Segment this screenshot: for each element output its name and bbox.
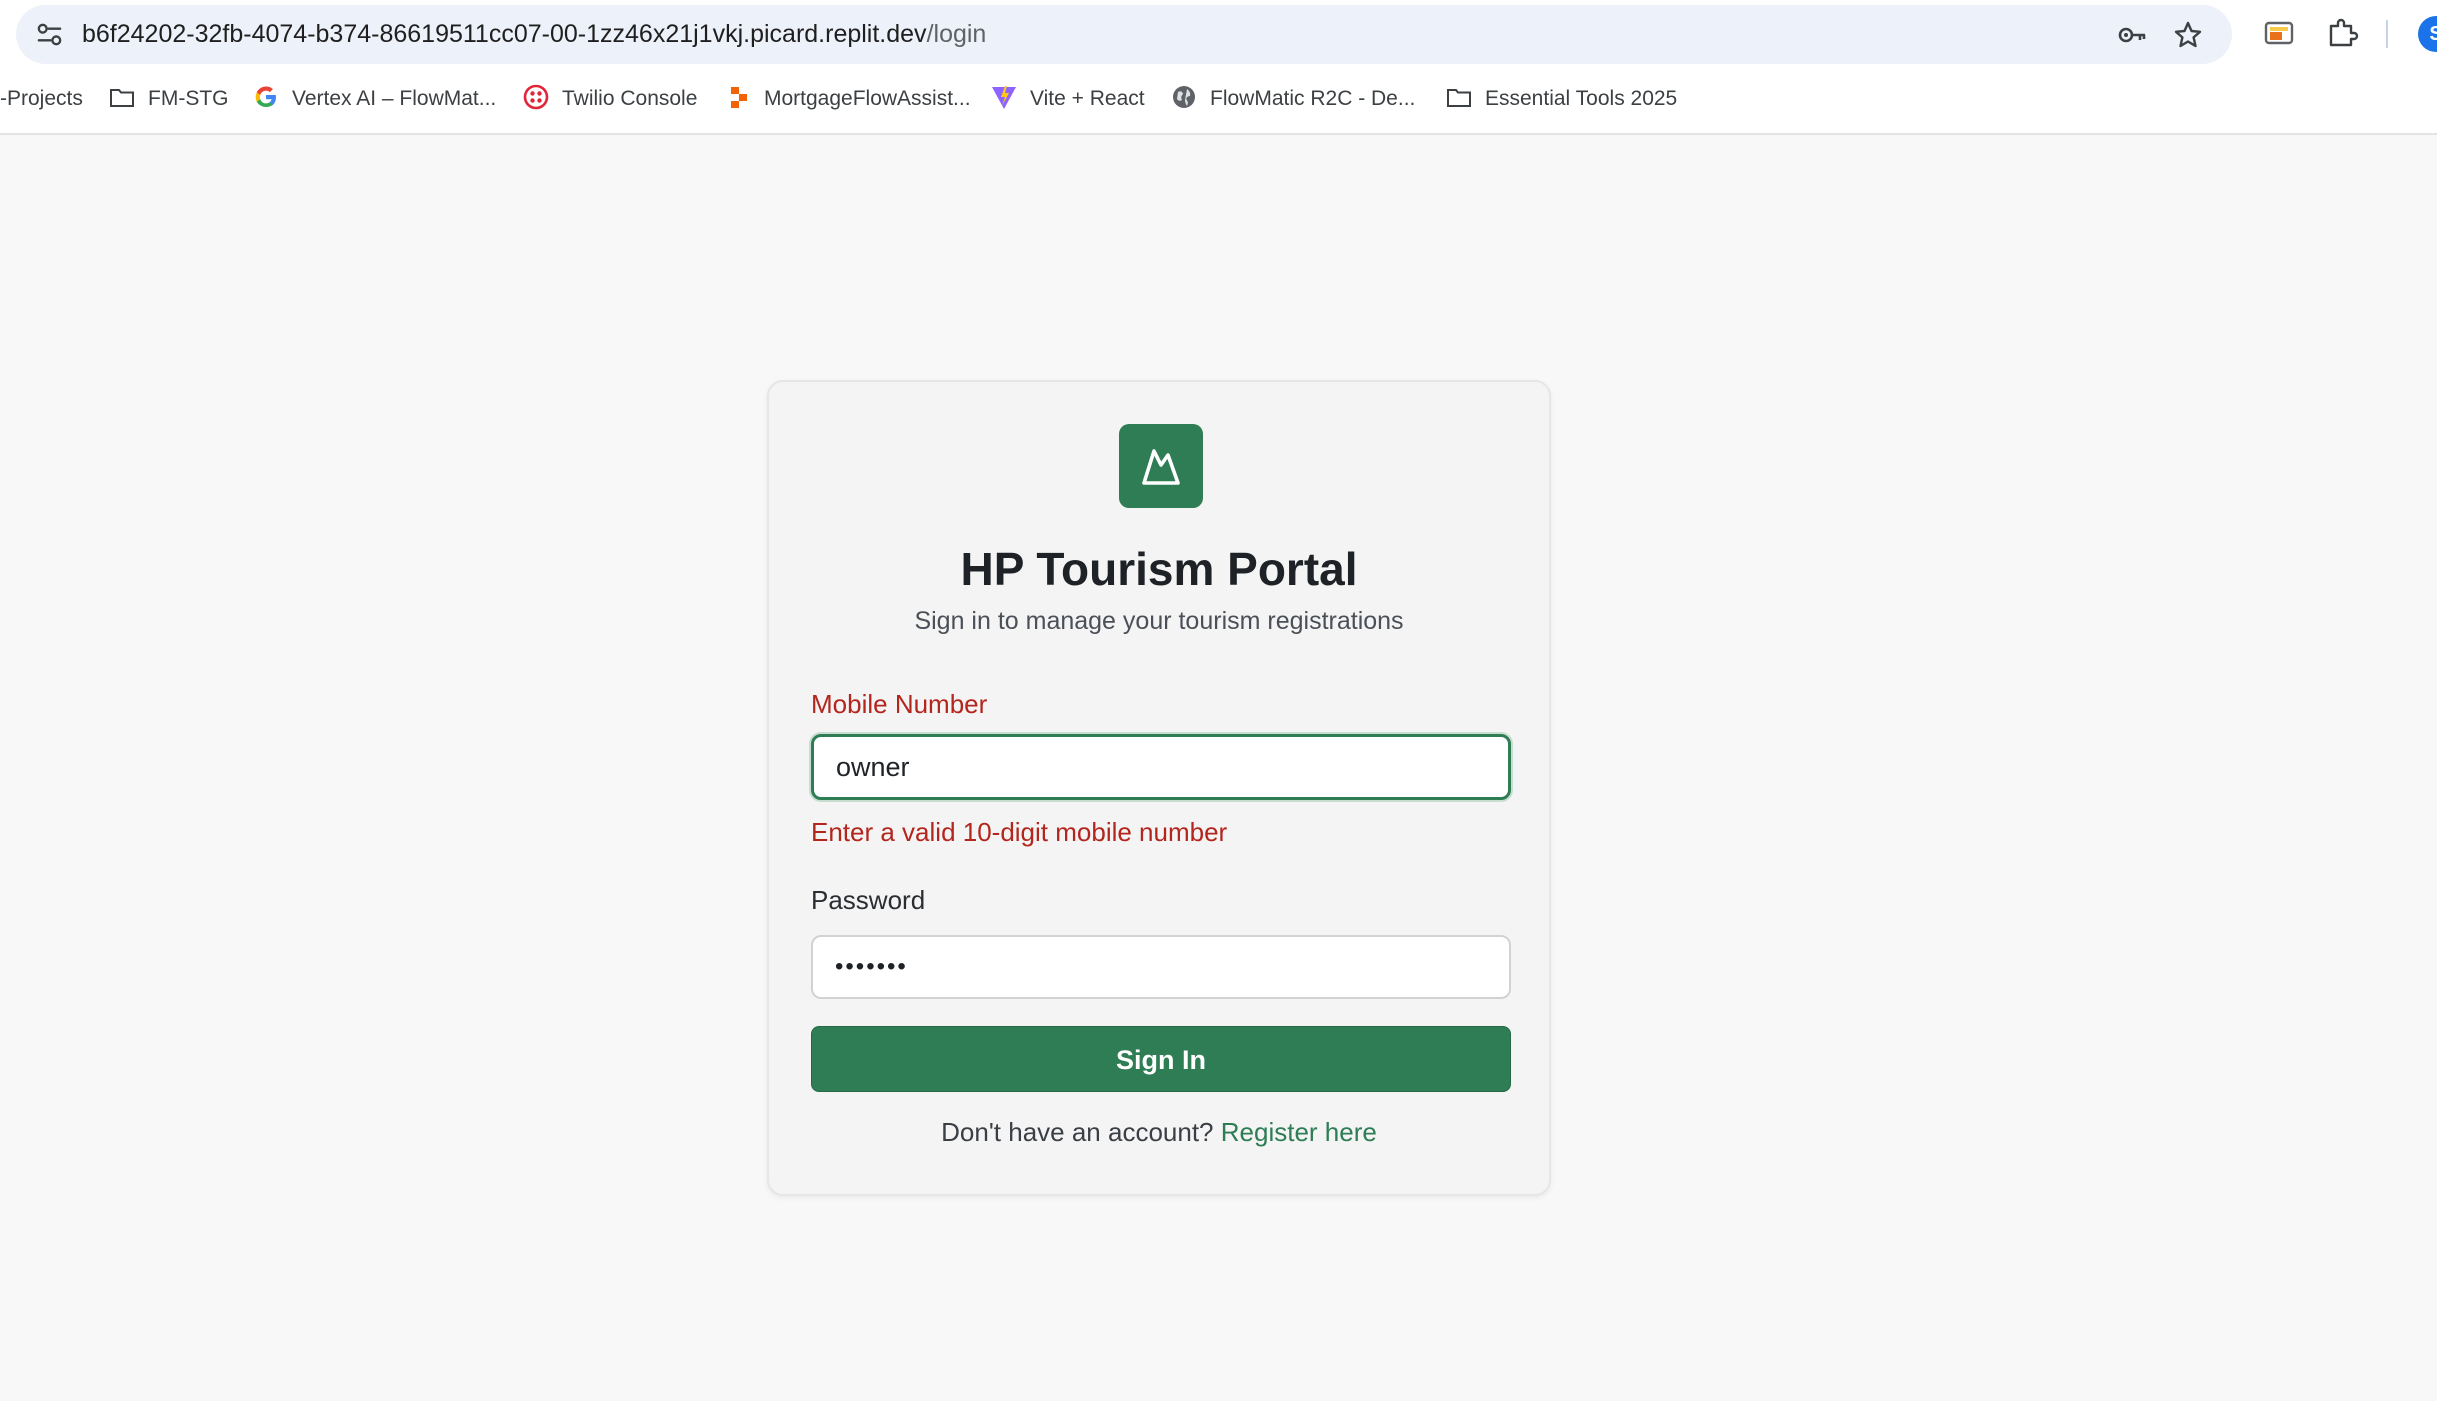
login-card: HP Tourism Portal Sign in to manage your… — [767, 380, 1551, 1196]
folder-icon — [1447, 89, 1471, 108]
browser-chrome: b6f24202-32fb-4074-b374-86619511cc07-00-… — [0, 0, 2437, 135]
address-bar[interactable]: b6f24202-32fb-4074-b374-86619511cc07-00-… — [16, 5, 2232, 64]
sign-in-button[interactable]: Sign In — [811, 1026, 1511, 1092]
bookmark-projects[interactable]: -Projects — [0, 76, 83, 122]
bookmark-flowmatic[interactable]: FlowMatic R2C - De... — [1170, 76, 1415, 122]
bookmark-vite-react[interactable]: Vite + React — [990, 76, 1145, 122]
page-subtitle: Sign in to manage your tourism registrat… — [914, 607, 1404, 635]
cast-icon[interactable] — [2262, 16, 2296, 50]
bookmark-mortgageflow[interactable]: MortgageFlowAssist... — [724, 76, 971, 122]
password-label: Password — [811, 885, 926, 915]
mobile-number-input[interactable]: owner — [811, 734, 1511, 800]
twilio-icon — [523, 85, 549, 110]
bookmark-label: Essential Tools 2025 — [1485, 87, 1678, 110]
bookmark-vertex-ai[interactable]: Vertex AI – FlowMat... — [252, 76, 496, 122]
password-input[interactable]: ••••••• — [811, 935, 1511, 999]
bookmark-star-icon[interactable] — [2172, 19, 2204, 51]
bookmark-label: FlowMatic R2C - De... — [1210, 87, 1416, 110]
register-prompt: Don't have an account? Register here — [769, 1102, 1549, 1162]
mobile-number-label: Mobile Number — [811, 689, 988, 719]
vite-icon — [992, 86, 1016, 110]
password-key-icon[interactable] — [2116, 19, 2148, 51]
extensions-icon[interactable] — [2325, 16, 2359, 50]
bookmark-twilio[interactable]: Twilio Console — [522, 76, 697, 122]
bookmark-label: -Projects — [0, 87, 83, 110]
mobile-number-error: Enter a valid 10-digit mobile number — [811, 817, 1228, 847]
url-host: b6f24202-32fb-4074-b374-86619511cc07-00-… — [82, 20, 927, 48]
bookmark-label: MortgageFlowAssist... — [764, 87, 971, 110]
bookmarks-bar: -Projects FM-STG Vertex AI – FlowMat... … — [0, 76, 2437, 122]
globe-icon — [1173, 86, 1195, 109]
replit-icon — [731, 87, 747, 109]
bookmark-essential-tools[interactable]: Essential Tools 2025 — [1445, 76, 1677, 122]
register-link[interactable]: Register here — [1221, 1117, 1377, 1147]
folder-icon — [110, 89, 134, 108]
mountain-logo-icon — [1119, 424, 1203, 508]
bookmark-fm-stg[interactable]: FM-STG — [108, 76, 228, 122]
url-path: /login — [926, 20, 987, 48]
bookmark-label: Vite + React — [1030, 87, 1145, 110]
bookmark-label: FM-STG — [148, 87, 229, 110]
url-text[interactable]: b6f24202-32fb-4074-b374-86619511cc07-00-… — [82, 5, 986, 64]
site-settings-icon[interactable] — [34, 19, 65, 50]
bookmark-label: Twilio Console — [562, 87, 698, 110]
profile-avatar[interactable]: S — [2418, 16, 2437, 52]
page-title: HP Tourism Portal — [960, 543, 1358, 595]
register-prompt-text: Don't have an account? — [941, 1117, 1214, 1147]
bookmark-label: Vertex AI – FlowMat... — [292, 87, 497, 110]
google-icon — [255, 86, 276, 108]
toolbar-divider — [2386, 20, 2388, 48]
